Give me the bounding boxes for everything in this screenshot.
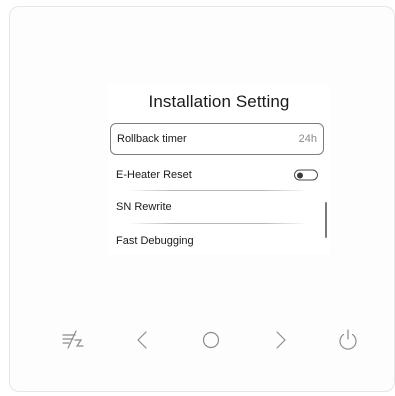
menu-item-e-heater-reset[interactable]: E-Heater Reset <box>110 159 324 191</box>
toggle-knob <box>297 172 303 178</box>
menu-item-fast-debugging[interactable]: Fast Debugging <box>110 225 324 254</box>
screen-title: Installation Setting <box>148 92 290 111</box>
power-icon[interactable] <box>333 325 363 355</box>
circle-home-icon[interactable] <box>196 325 226 355</box>
lock-icon[interactable] <box>58 325 88 355</box>
divider <box>128 223 308 224</box>
menu-item-value: 24h <box>298 133 317 145</box>
chevron-left-icon[interactable] <box>127 325 157 355</box>
e-heater-toggle[interactable] <box>294 169 318 181</box>
menu-item-label: Rollback timer <box>117 133 187 145</box>
menu-item-label: E-Heater Reset <box>116 169 192 181</box>
menu-item-label: Fast Debugging <box>116 235 194 247</box>
display-screen: Installation Setting Rollback timer 24h … <box>108 84 330 254</box>
menu-item-sn-rewrite[interactable]: SN Rewrite <box>110 191 324 223</box>
scrollbar[interactable] <box>325 202 327 238</box>
menu-item-rollback-timer[interactable]: Rollback timer 24h <box>110 123 324 155</box>
chevron-right-icon[interactable] <box>266 325 296 355</box>
thermostat-panel: Installation Setting Rollback timer 24h … <box>9 6 395 392</box>
menu-item-label: SN Rewrite <box>116 201 172 213</box>
